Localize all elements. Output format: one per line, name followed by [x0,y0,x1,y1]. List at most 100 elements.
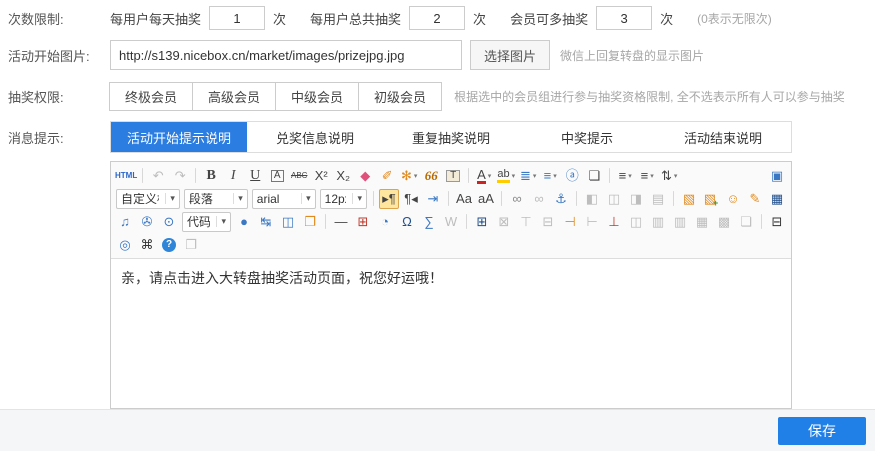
fullscreen-icon[interactable]: ▣ [767,166,787,186]
music-icon[interactable]: ♫ [115,212,135,232]
time-icon[interactable]: ◔ [375,212,395,232]
redo-icon[interactable]: ↷ [170,166,190,186]
strikethrough-icon[interactable]: ABC [289,166,309,186]
code-language-select[interactable]: 代码语言 [182,212,231,232]
pick-image-button[interactable]: 选择图片 [470,40,550,70]
new-doc-icon[interactable]: ❏ [584,166,604,186]
superscript-icon[interactable]: X² [311,166,331,186]
date-icon[interactable]: ⊞ [353,212,373,232]
start-image-url-input[interactable] [110,40,462,70]
member-extra-limit-unit: 次 [660,9,673,28]
dir-rtl-icon[interactable]: ¶◂ [401,189,421,209]
total-limit-input[interactable] [409,6,465,30]
word-image-icon[interactable]: W [441,212,461,232]
image-icon[interactable]: ▧ [679,189,699,209]
doc-preview-icon[interactable]: ❏ [736,212,756,232]
emotion-icon[interactable]: ☺ [723,189,743,209]
italic-icon[interactable]: I [223,166,243,186]
tab-repeat-draw-note[interactable]: 重复抽奖说明 [383,122,519,152]
preview-icon[interactable]: ◎ [115,235,135,255]
member-extra-limit-input[interactable] [596,6,652,30]
delete-table-icon[interactable]: ⊠ [494,212,514,232]
table-left-icon[interactable]: ▥ [648,212,668,232]
editor-body[interactable]: 亲，请点击进入大转盘抽奖活动页面，祝您好运哦！ [111,259,791,408]
auto-typeset-icon[interactable]: ✻ [399,166,419,186]
heading-select[interactable]: 自定义标题 [116,189,180,209]
insert-col-icon[interactable]: ⊣ [560,212,580,232]
paste-text-icon[interactable]: T [443,166,463,186]
remove-format-icon[interactable]: ◆ [355,166,375,186]
insert-code-icon[interactable]: ● [234,212,254,232]
ordered-list-icon[interactable]: ≣ [518,166,538,186]
image-center-icon[interactable]: ▤ [648,189,668,209]
print-icon[interactable]: ⊟ [767,212,787,232]
tab-redeem-info[interactable]: 兑奖信息说明 [247,122,383,152]
toolbar-row-1: HTML↶↷BIUAABCX²X₂◆✐✻66TAab≣≡ⓐ❏≡≡⇅▣ [114,164,788,187]
bold-icon[interactable]: B [201,166,221,186]
table-full-icon[interactable]: ▦ [692,212,712,232]
align-center-icon[interactable]: ≡ [637,166,657,186]
font-border-icon[interactable]: A [267,166,287,186]
template-icon[interactable]: ❐ [300,212,320,232]
anchor-icon[interactable]: ⚓ [551,189,571,209]
image-inline-icon[interactable]: ◫ [604,189,624,209]
footer-bar: 保存 [0,409,875,451]
image-right-icon[interactable]: ◨ [626,189,646,209]
to-lowercase-icon[interactable]: aA [476,189,496,209]
unordered-list-icon[interactable]: ≡ [540,166,560,186]
separator [466,214,467,229]
tab-activity-end-note[interactable]: 活动结束说明 [655,122,791,152]
insert-table-icon[interactable]: ⊞ [472,212,492,232]
iframe-icon[interactable]: ◫ [278,212,298,232]
subscript-icon[interactable]: X₂ [333,166,353,186]
table-title-icon[interactable]: ⊤ [516,212,536,232]
paste-icon[interactable]: ❐ [181,235,201,255]
align-justify-icon[interactable]: ≡ [615,166,635,186]
table-grid-icon[interactable]: ▩ [714,212,734,232]
video-icon[interactable]: ▦ [767,189,787,209]
hr-icon[interactable]: — [331,212,351,232]
line-height-icon[interactable]: ⇅ [659,166,679,186]
pagebreak-icon[interactable]: ↹ [256,212,276,232]
tab-activity-start-note[interactable]: 活动开始提示说明 [111,122,247,152]
special-char-icon[interactable]: Ω [397,212,417,232]
snapshot-icon[interactable]: ⊙ [159,212,179,232]
link-icon[interactable]: ∞ [507,189,527,209]
paragraph-select[interactable]: 段落 [184,189,248,209]
underline-icon[interactable]: U [245,166,265,186]
help-icon[interactable]: ? [159,235,179,255]
group-senior-member[interactable]: 高级会员 [192,82,276,111]
unlink-icon[interactable]: ∞ [529,189,549,209]
font-color-icon[interactable]: A [474,166,494,186]
scrawl-icon[interactable]: ✎ [745,189,765,209]
font-family-select[interactable]: arial [252,189,316,209]
table-right-icon[interactable]: ▥ [670,212,690,232]
separator [468,168,469,183]
indent-icon[interactable]: ⇥ [423,189,443,209]
group-junior-member[interactable]: 初级会员 [358,82,442,111]
message-label: 消息提示: [0,121,110,147]
save-button[interactable]: 保存 [778,417,866,445]
merge-right-icon[interactable]: ⊢ [582,212,602,232]
font-size-select[interactable]: 12px [320,189,367,209]
search-replace-icon[interactable]: ⌘ [137,235,157,255]
insert-row-icon[interactable]: ⊟ [538,212,558,232]
format-brush-icon[interactable]: ✐ [377,166,397,186]
source-icon[interactable]: HTML [115,166,137,186]
image-left-icon[interactable]: ◧ [582,189,602,209]
dir-ltr-icon[interactable]: ▸¶ [379,189,399,209]
insert-image-icon[interactable]: ▧ [701,189,721,209]
undo-icon[interactable]: ↶ [148,166,168,186]
formula-icon[interactable]: ∑ [419,212,439,232]
tab-win-notice[interactable]: 中奖提示 [519,122,655,152]
group-ultimate-member[interactable]: 终极会员 [109,82,193,111]
group-middle-member[interactable]: 中级会员 [275,82,359,111]
merge-down-icon[interactable]: ⊥ [604,212,624,232]
to-uppercase-icon[interactable]: Aa [454,189,474,209]
split-cell-icon[interactable]: ◫ [626,212,646,232]
auto-anchor-icon[interactable]: ⓐ [562,166,582,186]
daily-limit-input[interactable] [209,6,265,30]
background-color-icon[interactable]: ab [496,166,516,186]
blockquote-icon[interactable]: 66 [421,166,441,186]
attachment-icon[interactable]: ✇ [137,212,157,232]
